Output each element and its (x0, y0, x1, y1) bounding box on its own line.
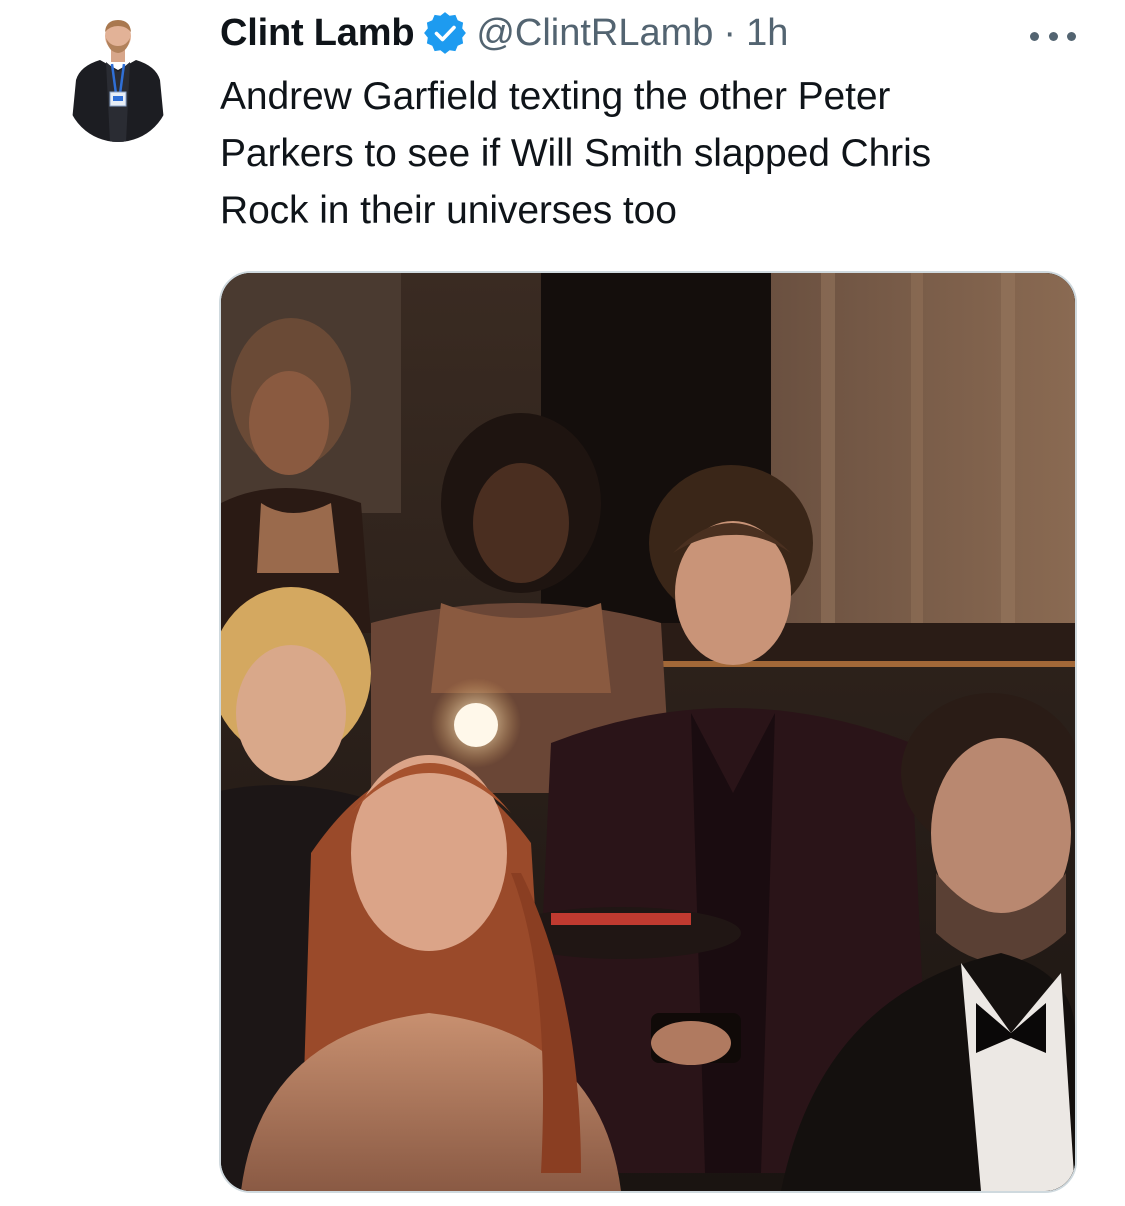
more-dot (1067, 31, 1076, 41)
author-display-name[interactable]: Clint Lamb (220, 12, 415, 55)
tweet-text-line: Parkers to see if Will Smith slapped Chr… (220, 132, 932, 175)
more-options-icon[interactable] (1030, 30, 1076, 42)
tweet-text-line: Andrew Garfield texting the other Peter (220, 75, 891, 118)
tweet-text-line: Rock in their universes too (220, 189, 677, 232)
more-dot (1030, 31, 1039, 41)
header-separator: · (723, 11, 737, 54)
author-avatar[interactable] (66, 12, 170, 142)
tweet-text: Andrew Garfield texting the other Peter … (220, 68, 1040, 239)
more-dot (1048, 31, 1058, 41)
tweet[interactable]: Clint Lamb @ClintRLamb · 1h Andrew Garfi… (0, 0, 1125, 1206)
tweet-media-photo[interactable] (219, 271, 1077, 1193)
verified-badge-icon (424, 12, 467, 54)
author-handle[interactable]: @ClintRLamb (476, 12, 713, 55)
tweet-timestamp[interactable]: 1h (746, 12, 788, 55)
tweet-header: Clint Lamb @ClintRLamb · 1h (220, 8, 788, 58)
